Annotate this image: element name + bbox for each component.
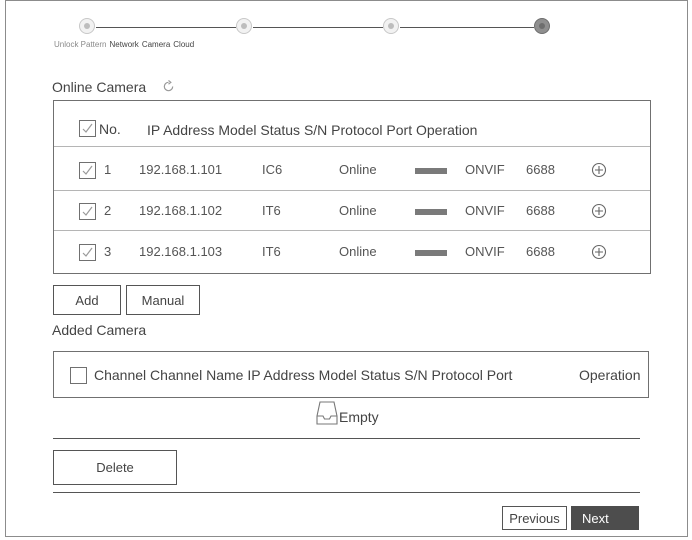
row-ip-address: 192.168.1.101 <box>139 162 223 177</box>
row-serial-redacted <box>415 168 447 174</box>
added-column-headers: Channel Channel Name IP Address Model St… <box>94 367 513 383</box>
column-headers: IP Address Model Status S/N Protocol Por… <box>147 122 478 138</box>
row-number: 3 <box>104 244 112 259</box>
step-label-network: Network <box>109 40 139 49</box>
add-camera-icon[interactable] <box>591 203 607 219</box>
row-serial-redacted <box>415 250 447 256</box>
row-model: IT6 <box>262 203 281 218</box>
added-camera-table-header: Channel Channel Name IP Address Model St… <box>53 351 649 398</box>
refresh-icon[interactable] <box>162 80 175 93</box>
added-column-header-operation: Operation <box>579 367 641 383</box>
row-number: 1 <box>104 162 112 177</box>
row-model: IC6 <box>262 162 283 177</box>
empty-tray-icon <box>316 401 338 425</box>
delete-button[interactable]: Delete <box>53 450 177 485</box>
next-button[interactable]: Next <box>571 506 639 530</box>
select-all-added-checkbox[interactable] <box>70 367 87 384</box>
step-1-icon <box>79 18 95 34</box>
row-port: 6688 <box>526 203 555 218</box>
row-port: 6688 <box>526 162 555 177</box>
row-model: IT6 <box>262 244 281 259</box>
add-camera-icon[interactable] <box>591 162 607 178</box>
select-all-checkbox[interactable] <box>79 120 96 137</box>
step-label-unlock-pattern: Unlock Pattern <box>54 40 107 49</box>
row-ip-address: 192.168.1.102 <box>139 203 223 218</box>
divider <box>53 438 640 439</box>
row-divider <box>54 230 650 231</box>
column-header-no: No. <box>99 121 121 137</box>
row-protocol: ONVIF <box>465 244 505 259</box>
wizard-connector <box>400 27 534 28</box>
add-camera-icon[interactable] <box>591 244 607 260</box>
row-divider <box>54 146 650 147</box>
wizard-connector <box>253 27 383 28</box>
step-label-camera: Camera <box>141 40 171 49</box>
row-number: 2 <box>104 203 112 218</box>
wizard-progress: Unlock Pattern Network Camera Cloud <box>6 1 687 61</box>
divider <box>53 492 640 493</box>
row-protocol: ONVIF <box>465 162 505 177</box>
row-checkbox[interactable] <box>79 244 96 261</box>
empty-state: Empty <box>316 400 379 426</box>
online-camera-table: No. IP Address Model Status S/N Protocol… <box>53 100 651 274</box>
step-2-icon <box>236 18 252 34</box>
row-port: 6688 <box>526 244 555 259</box>
row-ip-address: 192.168.1.103 <box>139 244 223 259</box>
row-status: Online <box>339 244 377 259</box>
row-serial-redacted <box>415 209 447 215</box>
empty-label: Empty <box>339 409 379 425</box>
add-button[interactable]: Add <box>53 285 121 315</box>
added-camera-title: Added Camera <box>52 322 147 338</box>
step-label-cloud: Cloud <box>173 40 195 49</box>
online-camera-title: Online Camera <box>52 79 147 95</box>
wizard-connector <box>96 27 236 28</box>
step-3-icon <box>383 18 399 34</box>
row-checkbox[interactable] <box>79 203 96 220</box>
row-checkbox[interactable] <box>79 162 96 179</box>
row-status: Online <box>339 203 377 218</box>
previous-button[interactable]: Previous <box>502 506 567 530</box>
setup-wizard-window: Unlock Pattern Network Camera Cloud Online … <box>5 0 688 537</box>
row-status: Online <box>339 162 377 177</box>
manual-button[interactable]: Manual <box>126 285 200 315</box>
row-divider <box>54 190 650 191</box>
row-protocol: ONVIF <box>465 203 505 218</box>
step-4-icon <box>534 18 550 34</box>
wizard-step-labels: Unlock Pattern Network Camera Cloud <box>54 40 197 49</box>
